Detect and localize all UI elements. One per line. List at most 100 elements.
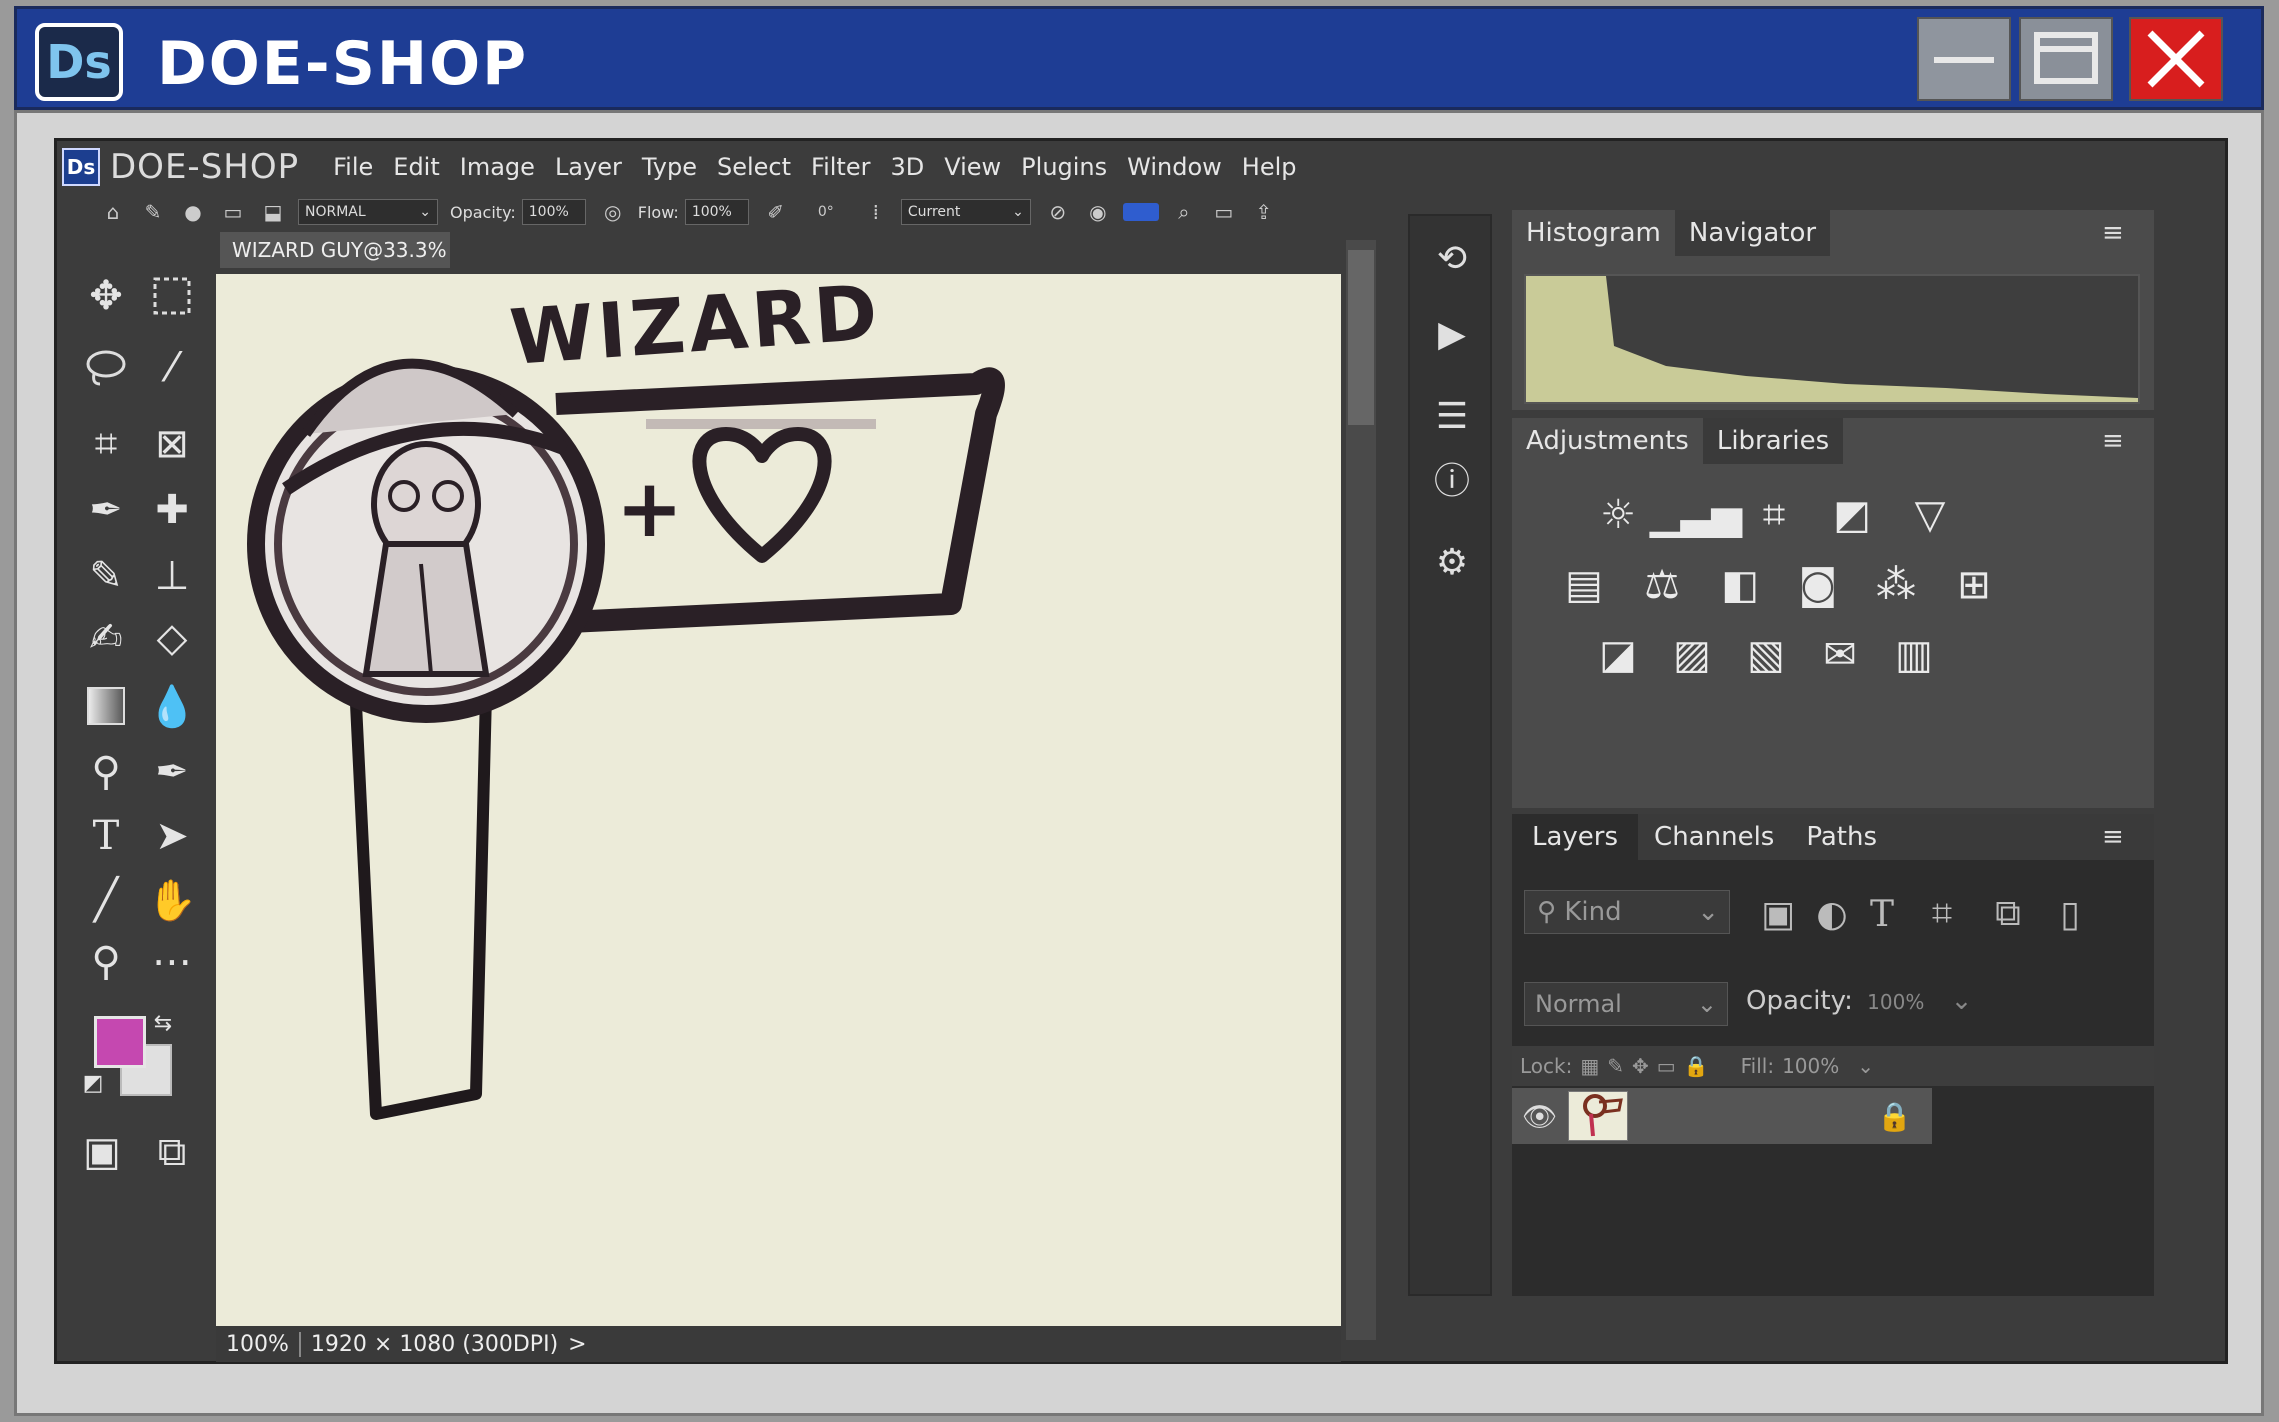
curves-icon[interactable]: ⌗ [1744,490,1804,540]
default-colors-icon[interactable]: ◩ [78,1068,108,1098]
menu-plugins[interactable]: Plugins [1021,153,1107,181]
canvas[interactable]: + WIZARD [216,267,1341,1326]
panel-menu-icon[interactable]: ≡ [2102,824,2130,850]
fill-value[interactable]: 100% [1782,1054,1839,1078]
screen-mode-icon[interactable]: ⧉ [144,1124,200,1180]
menu-3d[interactable]: 3D [890,153,924,181]
eyedropper-tool-icon[interactable]: ✒ [78,482,134,538]
tab-layers[interactable]: Layers [1512,814,1639,860]
color-balance-icon[interactable]: ⚖ [1632,560,1692,610]
dodge-tool-icon[interactable]: ⚲ [78,744,134,800]
history-icon[interactable]: ⟲ [1428,234,1476,282]
share-badge-icon[interactable] [1122,203,1159,221]
symmetry-icon[interactable]: ⁞ [861,199,891,225]
window-title-bar[interactable]: Ds DOE-SHOP [14,6,2264,110]
properties-sliders-icon[interactable]: ☰ [1428,392,1476,440]
document-tab[interactable]: WIZARD GUY@33.3% [220,232,450,268]
blur-tool-icon[interactable]: 💧 [144,678,200,734]
brush-tool-icon[interactable]: ✎ [78,548,134,604]
hue-saturation-icon[interactable]: ▤ [1554,560,1614,610]
brush-settings-icon[interactable]: ⚙ [1428,538,1476,586]
brush-size-icon[interactable]: ● [178,199,208,225]
save-icon[interactable]: ⬓ [258,199,288,225]
layer-row[interactable]: 👁 🔒 [1512,1088,1932,1144]
menu-edit[interactable]: Edit [393,153,439,181]
filter-adjustment-icon[interactable]: ◐ [1810,892,1854,936]
menu-image[interactable]: Image [460,153,535,181]
filter-smart-object-icon[interactable]: ⧉ [1986,892,2030,936]
tab-paths[interactable]: Paths [1790,814,1894,860]
menu-filter[interactable]: Filter [811,153,870,181]
lock-artboard-icon[interactable]: ▭ [1657,1054,1676,1078]
more-tools-icon[interactable]: ⋯ [144,934,200,990]
threshold-icon[interactable]: ▧ [1736,630,1796,680]
folder-icon[interactable]: ▭ [218,199,248,225]
black-white-icon[interactable]: ◧ [1710,560,1770,610]
layer-filter-kind[interactable]: ⚲ Kind ⌄ [1524,890,1730,934]
filter-pixel-icon[interactable]: ▣ [1756,892,1800,936]
photo-filter-icon[interactable]: ◙ [1788,560,1848,610]
eraser-tool-icon[interactable]: ◇ [144,610,200,666]
sample-select[interactable]: Current ⌄ [900,199,1031,225]
posterize-icon[interactable]: ▨ [1662,630,1722,680]
actions-play-icon[interactable]: ▶ [1428,310,1476,358]
search-icon[interactable]: ⌕ [1169,199,1199,225]
share-icon[interactable]: ⇪ [1249,199,1279,225]
vibrance-icon[interactable]: ▽ [1900,490,1960,540]
panel-menu-icon[interactable]: ≡ [2102,220,2130,246]
info-icon[interactable]: ⓘ [1428,454,1476,502]
gradient-tool-icon[interactable] [78,678,134,734]
flow-select[interactable]: 100% [684,199,749,225]
brush-preset-icon[interactable]: ✎ [138,199,168,225]
path-selection-tool-icon[interactable]: ➤ [144,808,200,864]
frame-tool-icon[interactable]: ⊠ [144,416,200,472]
magic-wand-tool-icon[interactable]: ⁄ [144,340,200,396]
tab-libraries[interactable]: Libraries [1702,418,1844,464]
panel-menu-icon[interactable]: ≡ [2102,428,2130,454]
scrollbar-thumb[interactable] [1348,250,1374,425]
stamp-tool-icon[interactable]: ⊥ [144,548,200,604]
color-lookup-icon[interactable]: ⊞ [1944,560,2004,610]
visibility-eye-icon[interactable]: 👁 [1522,1100,1558,1133]
tab-channels[interactable]: Channels [1638,814,1791,860]
menu-select[interactable]: Select [717,153,791,181]
layer-opacity-value[interactable]: 100% [1867,990,1924,1014]
airbrush-icon[interactable]: ✐ [761,199,791,225]
healing-brush-tool-icon[interactable]: ✚ [144,482,200,538]
hand-tool-icon[interactable]: ✋ [144,872,200,928]
menu-file[interactable]: File [333,153,373,181]
menu-help[interactable]: Help [1242,153,1297,181]
menu-type[interactable]: Type [642,153,697,181]
zoom-level[interactable]: 100% [226,1331,301,1357]
pressure-size-icon[interactable]: ⊘ [1043,199,1073,225]
tab-navigator[interactable]: Navigator [1674,210,1831,256]
tab-adjustments[interactable]: Adjustments [1512,418,1703,464]
crop-tool-icon[interactable]: ⌗ [78,416,134,472]
menu-window[interactable]: Window [1127,153,1222,181]
gradient-map-icon[interactable]: ✉ [1810,630,1870,680]
zoom-tool-icon[interactable]: ⚲ [78,934,134,990]
menu-layer[interactable]: Layer [555,153,622,181]
angle-field[interactable]: 0° [801,199,851,225]
menu-view[interactable]: View [944,153,1001,181]
history-brush-tool-icon[interactable]: ✍ [78,610,134,666]
lock-image-icon[interactable]: ✎ [1607,1054,1624,1078]
lock-all-icon[interactable]: 🔒 [1684,1054,1709,1078]
tab-histogram[interactable]: Histogram [1512,210,1675,256]
close-button[interactable] [2129,17,2223,101]
lock-position-icon[interactable]: ✥ [1632,1054,1649,1078]
blend-mode-select[interactable]: Normal ⌄ [1524,982,1728,1026]
line-tool-icon[interactable]: ╱ [78,872,134,928]
move-tool-icon[interactable]: ✥ [78,268,134,324]
channel-mixer-icon[interactable]: ⁂ [1866,560,1926,610]
minimize-button[interactable] [1917,17,2011,101]
filter-toggle-icon[interactable]: ▯ [2048,892,2092,936]
type-tool-icon[interactable]: T [78,808,134,864]
invert-icon[interactable]: ◪ [1588,630,1648,680]
pen-tool-icon[interactable]: ✒ [144,744,200,800]
workspace-icon[interactable]: ▭ [1209,199,1239,225]
quick-mask-icon[interactable]: ▣ [74,1124,130,1180]
filter-shape-icon[interactable]: ⌗ [1920,892,1964,936]
pressure-opacity-icon[interactable]: ◎ [598,199,628,225]
foreground-color-swatch[interactable] [94,1016,146,1068]
